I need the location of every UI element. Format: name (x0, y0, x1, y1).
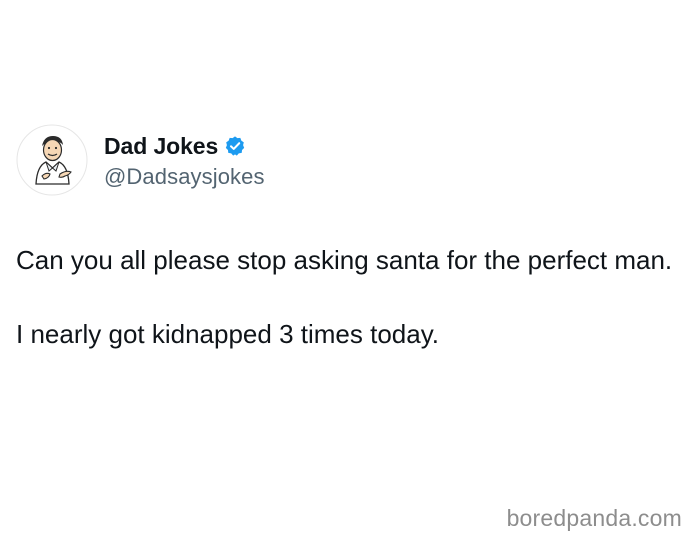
cartoon-dad-avatar-icon (16, 124, 88, 196)
author-identity: Dad Jokes @Dadsaysjokes (104, 130, 265, 190)
tweet-header: Dad Jokes @Dadsaysjokes (16, 124, 265, 196)
avatar[interactable] (16, 124, 88, 196)
tweet-body: Can you all please stop asking santa for… (16, 242, 696, 353)
display-name[interactable]: Dad Jokes (104, 133, 218, 160)
tweet-paragraph: Can you all please stop asking santa for… (16, 245, 673, 275)
tweet-paragraph: I nearly got kidnapped 3 times today. (16, 319, 439, 349)
author-handle[interactable]: @Dadsaysjokes (104, 164, 265, 190)
watermark: boredpanda.com (506, 505, 682, 531)
verified-badge-icon (224, 135, 246, 157)
name-row: Dad Jokes (104, 130, 265, 162)
